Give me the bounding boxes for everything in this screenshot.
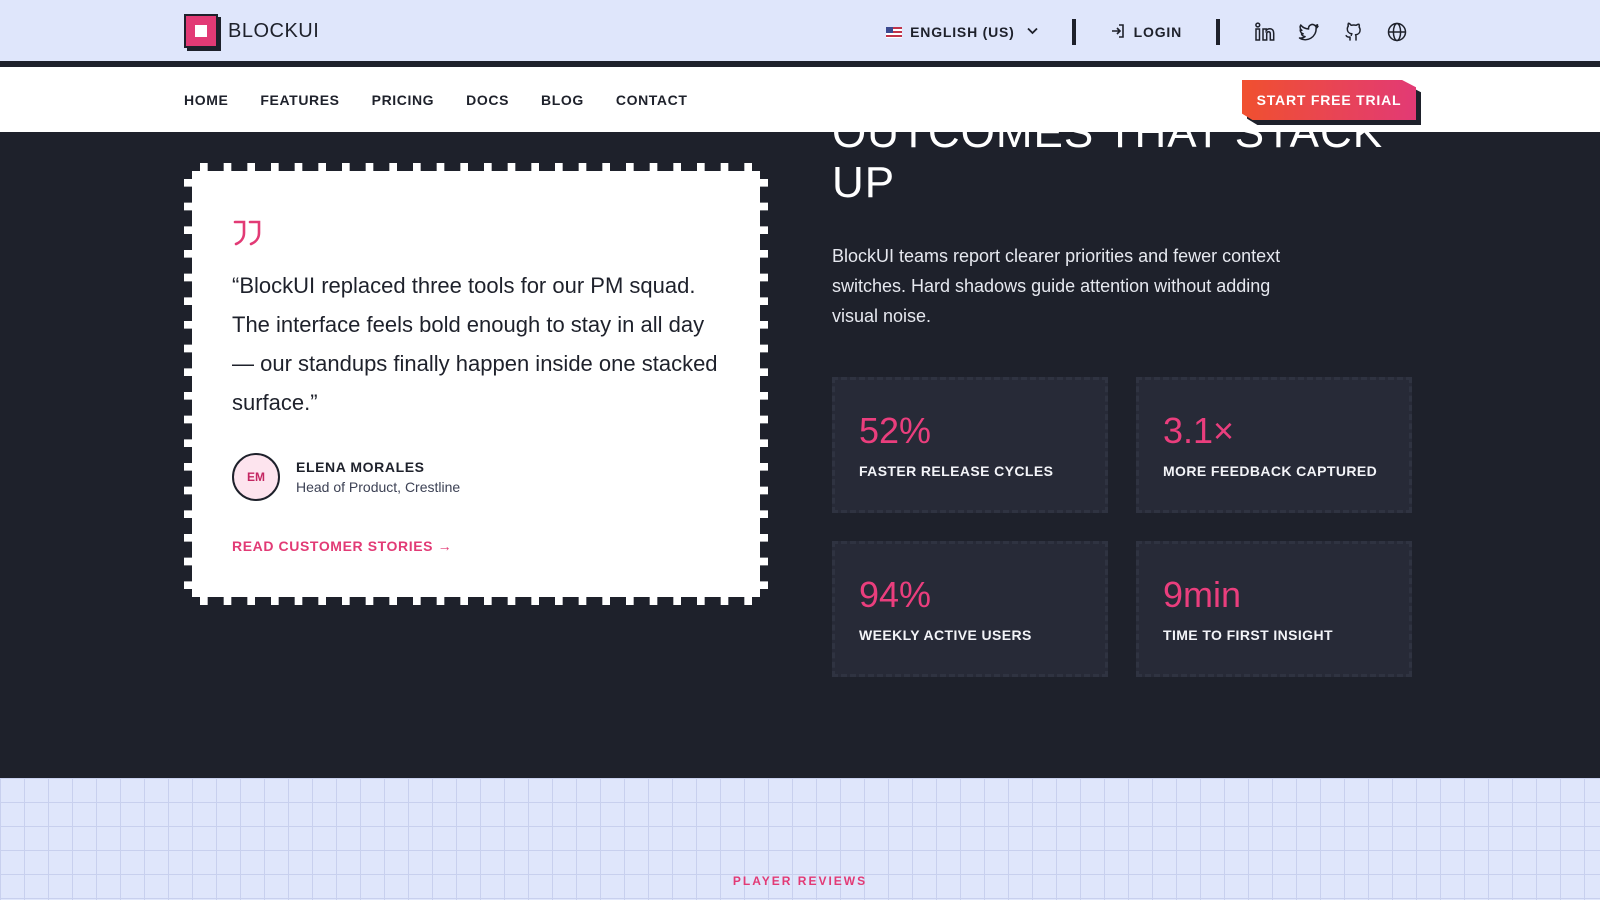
nav-item-blog[interactable]: BLOG: [541, 92, 584, 108]
nav-item-contact[interactable]: CONTACT: [616, 92, 688, 108]
login-link[interactable]: LOGIN: [1110, 23, 1182, 42]
divider: [1071, 19, 1076, 45]
linkedin-icon[interactable]: [1254, 21, 1276, 43]
avatar: EM: [232, 453, 280, 501]
brand-name: BLOCKUI: [228, 19, 320, 42]
section-heading: OUTCOMES THAT STACK UP: [832, 132, 1384, 207]
stat-card: 52% FASTER RELEASE CYCLES: [832, 377, 1108, 513]
outcomes-section: OUTCOMES THAT STACK UP BlockUI teams rep…: [0, 132, 1600, 778]
github-icon[interactable]: [1342, 21, 1364, 43]
login-icon: [1110, 23, 1126, 42]
stat-value: 3.1×: [1163, 410, 1235, 451]
testimonial-card: “BlockUI replaced three tools for our PM…: [184, 163, 768, 605]
read-customer-stories-link[interactable]: READ CUSTOMER STORIES →: [232, 538, 452, 554]
reviews-section: PLAYER REVIEWS: [0, 778, 1600, 900]
logo-mark-icon: [184, 14, 218, 48]
nav-item-pricing[interactable]: PRICING: [372, 92, 435, 108]
stat-card: 3.1× MORE FEEDBACK CAPTURED: [1136, 377, 1412, 513]
testimonial-quote: “BlockUI replaced three tools for our PM…: [232, 273, 718, 415]
login-label: LOGIN: [1133, 24, 1182, 40]
stat-value: 52%: [859, 410, 932, 451]
main-nav-bar: HOME FEATURES PRICING DOCS BLOG CONTACT …: [0, 67, 1600, 132]
primary-nav: HOME FEATURES PRICING DOCS BLOG CONTACT: [184, 67, 687, 132]
twitter-icon[interactable]: [1298, 21, 1320, 43]
stat-label: MORE FEEDBACK CAPTURED: [1163, 463, 1378, 479]
author-role: Head of Product, Crestline: [296, 479, 461, 495]
quote-icon: [232, 213, 262, 253]
stat-label: WEEKLY ACTIVE USERS: [859, 627, 1032, 643]
language-selector[interactable]: ENGLISH (US): [886, 24, 1038, 40]
us-flag-icon: [886, 26, 903, 38]
stat-value: 94%: [859, 574, 932, 615]
stat-value: 9min: [1163, 574, 1242, 615]
stat-label: TIME TO FIRST INSIGHT: [1163, 627, 1333, 643]
globe-icon[interactable]: [1386, 21, 1408, 43]
nav-item-home[interactable]: HOME: [184, 92, 228, 108]
stat-label: FASTER RELEASE CYCLES: [859, 463, 1054, 479]
testimonial-author: EM ELENA MORALES Head of Product, Crestl…: [232, 453, 460, 501]
language-label: ENGLISH (US): [910, 24, 1015, 40]
top-utility-bar: BLOCKUI ENGLISH (US) LOGIN: [0, 0, 1600, 64]
stat-card: 94% WEEKLY ACTIVE USERS: [832, 541, 1108, 677]
stat-card: 9min TIME TO FIRST INSIGHT: [1136, 541, 1412, 677]
author-name: ELENA MORALES: [296, 459, 425, 475]
social-links: [1254, 21, 1408, 43]
divider: [1216, 19, 1220, 45]
section-lede: BlockUI teams report clearer priorities …: [832, 246, 1281, 326]
reviews-eyebrow: PLAYER REVIEWS: [732, 874, 868, 888]
utility-actions: ENGLISH (US) LOGIN: [886, 17, 1408, 47]
chevron-down-icon: [1027, 26, 1038, 38]
nav-item-features[interactable]: FEATURES: [260, 92, 339, 108]
brand-logo[interactable]: BLOCKUI: [184, 14, 319, 48]
nav-item-docs[interactable]: DOCS: [466, 92, 509, 108]
start-free-trial-button[interactable]: START FREE TRIAL: [1242, 80, 1416, 120]
